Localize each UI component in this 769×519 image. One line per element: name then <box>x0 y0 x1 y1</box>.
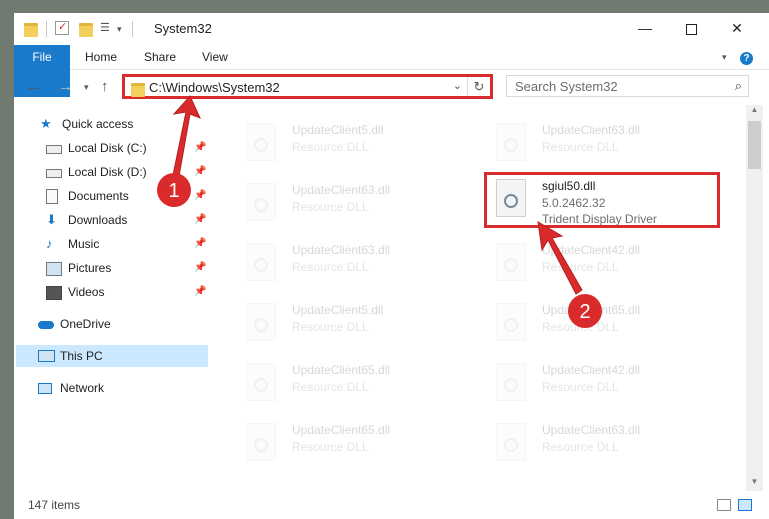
window-title: System32 <box>154 21 212 36</box>
folder-icon <box>24 23 38 37</box>
divider <box>132 21 133 37</box>
title-bar: ✓ ☰ ▾ System32 — ✕ <box>14 13 769 45</box>
vertical-scrollbar[interactable]: ▲ ▼ <box>746 105 763 491</box>
navigation-pane: ★ Quick access Local Disk (C:) 📌 Local D… <box>14 105 210 491</box>
maximize-icon <box>685 23 697 35</box>
address-row: ← → ▾ ↑ C:\Windows\System32 ⌄ ↻ Search S… <box>14 70 769 104</box>
address-bar[interactable]: C:\Windows\System32 ⌄ ↻ <box>122 74 493 99</box>
scroll-up-icon[interactable]: ▲ <box>746 105 763 119</box>
new-folder-icon[interactable] <box>79 23 93 37</box>
dll-file-icon <box>246 183 276 221</box>
status-bar: 147 items <box>14 491 769 519</box>
pin-icon[interactable]: 📌 <box>194 262 206 273</box>
file-item[interactable]: UpdateClient63.dll Resource DLL <box>236 239 476 291</box>
chevron-down-icon[interactable]: ▾ <box>722 45 727 69</box>
forward-arrow-icon[interactable]: → <box>58 78 73 95</box>
music-icon: ♪ <box>46 236 53 251</box>
address-path[interactable]: C:\Windows\System32 <box>149 80 280 95</box>
details-view-icon[interactable] <box>717 499 731 511</box>
pin-icon[interactable]: 📌 <box>194 166 206 177</box>
file-list: UpdateClient5.dll Resource DLL UpdateCli… <box>224 105 744 491</box>
drive-icon <box>46 169 62 178</box>
dll-file-icon <box>496 363 526 401</box>
pin-icon[interactable]: 📌 <box>194 238 206 249</box>
dll-file-icon <box>246 303 276 341</box>
nav-item-pictures[interactable]: Pictures <box>46 257 216 279</box>
dll-file-icon <box>246 243 276 281</box>
star-icon: ★ <box>40 116 52 131</box>
dll-file-icon <box>246 363 276 401</box>
file-item[interactable]: UpdateClient65.dll Resource DLL <box>486 299 726 351</box>
file-item[interactable]: UpdateClient5.dll Resource DLL <box>236 119 476 171</box>
nav-item-videos[interactable]: Videos <box>46 281 216 303</box>
tab-share[interactable]: Share <box>144 45 176 69</box>
download-icon: ⬇ <box>46 212 57 227</box>
file-item[interactable]: UpdateClient65.dll Resource DLL <box>236 359 476 411</box>
customize-icon[interactable]: ☰ <box>100 21 114 35</box>
file-item[interactable]: UpdateClient63.dll Resource DLL <box>486 419 726 471</box>
file-item[interactable]: UpdateClient42.dll Resource DLL <box>486 239 726 291</box>
search-placeholder: Search System32 <box>515 79 618 94</box>
file-item[interactable]: UpdateClient63.dll Resource DLL <box>236 179 476 231</box>
dll-file-icon <box>496 423 526 461</box>
folder-icon <box>131 83 145 97</box>
file-item[interactable]: UpdateClient63.dll Resource DLL <box>486 119 726 171</box>
refresh-icon[interactable]: ↻ <box>467 77 490 96</box>
chevron-down-icon[interactable]: ▾ <box>117 24 122 40</box>
nav-item-downloads[interactable]: ⬇ Downloads <box>46 209 216 231</box>
pin-icon[interactable]: 📌 <box>194 142 206 153</box>
scrollbar-thumb[interactable] <box>748 121 761 169</box>
explorer-window: ✓ ☰ ▾ System32 — ✕ File Home Share View … <box>14 13 769 519</box>
search-input[interactable]: Search System32 ⌕ <box>506 75 749 97</box>
maximize-button[interactable] <box>669 13 713 45</box>
cloud-icon <box>38 321 54 329</box>
file-item[interactable]: UpdateClient65.dll Resource DLL <box>236 419 476 471</box>
nav-item-local-disk-d[interactable]: Local Disk (D:) <box>46 161 216 183</box>
tab-view[interactable]: View <box>202 45 228 69</box>
scroll-down-icon[interactable]: ▼ <box>746 477 763 491</box>
help-icon[interactable]: ? <box>740 45 753 69</box>
pin-icon[interactable]: 📌 <box>194 214 206 225</box>
minimize-icon: — <box>638 20 652 36</box>
file-item[interactable]: UpdateClient5.dll Resource DLL <box>236 299 476 351</box>
large-icons-view-icon[interactable] <box>738 499 752 511</box>
nav-item-music[interactable]: ♪ Music <box>46 233 216 255</box>
dll-file-icon <box>246 123 276 161</box>
network-icon <box>38 383 52 394</box>
pin-icon[interactable]: 📌 <box>194 190 206 201</box>
dll-file-icon <box>496 303 526 341</box>
recent-locations-chevron-icon[interactable]: ▾ <box>84 82 89 93</box>
tab-home[interactable]: Home <box>85 45 117 69</box>
search-icon[interactable]: ⌕ <box>735 78 742 94</box>
documents-icon <box>46 189 58 204</box>
up-arrow-icon[interactable]: ↑ <box>101 78 109 95</box>
dll-file-icon <box>246 423 276 461</box>
pin-icon[interactable]: 📌 <box>194 286 206 297</box>
computer-icon <box>38 350 55 362</box>
videos-icon <box>46 286 62 300</box>
minimize-button[interactable]: — <box>623 13 667 45</box>
highlight-box <box>484 172 720 228</box>
drive-icon <box>46 145 62 154</box>
dll-file-icon <box>496 123 526 161</box>
file-item[interactable]: UpdateClient42.dll Resource DLL <box>486 359 726 411</box>
close-icon: ✕ <box>731 20 743 36</box>
dll-file-icon <box>496 243 526 281</box>
divider <box>46 21 47 37</box>
ribbon: File Home Share View ▾ ? <box>14 45 769 97</box>
close-button[interactable]: ✕ <box>715 13 759 45</box>
pictures-icon <box>46 262 62 276</box>
chevron-down-icon[interactable]: ⌄ <box>453 79 462 92</box>
nav-item-local-disk-c[interactable]: Local Disk (C:) <box>46 137 216 159</box>
back-arrow-icon[interactable]: ← <box>26 78 41 95</box>
nav-item-documents[interactable]: Documents <box>46 185 216 207</box>
item-count: 147 items <box>28 498 81 512</box>
properties-icon[interactable]: ✓ <box>55 21 69 35</box>
